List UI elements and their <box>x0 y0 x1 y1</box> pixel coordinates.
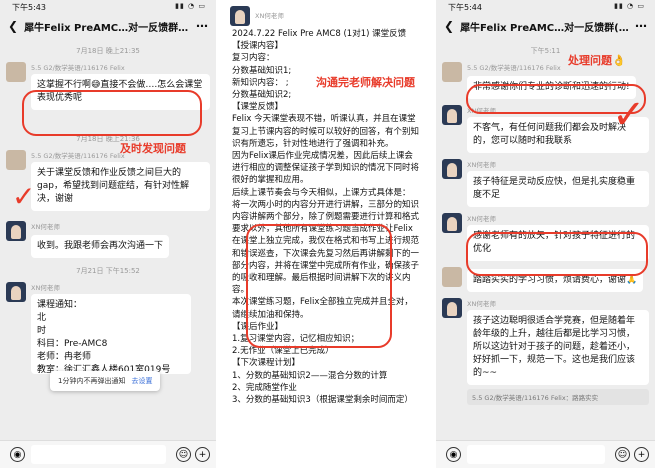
message: XN何老师 课程通知： 北 时 科目：Pre-AMC8 老师：冉老师 教室：徐汇… <box>0 282 216 378</box>
doc-line: 2、完成随堂作业 <box>232 382 297 393</box>
notice-line: 课程通知： <box>37 300 83 310</box>
message-input[interactable] <box>31 445 166 464</box>
message-bubble[interactable]: 孩子这边聪明很适合学竞赛，但是随着年龄年级的上升，越往后都是比学习习惯，所以这边… <box>467 310 649 385</box>
status-icons: ▮▮ ◔ ▭ <box>614 2 645 10</box>
add-icon[interactable]: + <box>195 447 210 462</box>
highlight-circle <box>22 90 202 136</box>
message-input[interactable] <box>467 445 605 464</box>
quoted-message[interactable]: 5.5 G2/数学英语/116176 Felix：路路实实 <box>467 389 649 405</box>
input-bar: ◉ ☺ + <box>0 440 216 468</box>
avatar[interactable] <box>442 267 462 287</box>
emoji-icon[interactable]: ☺ <box>615 447 630 462</box>
status-bar: 下午5:43 ▮▮ ◔ ▭ <box>0 0 216 14</box>
chat-title: 犀牛Felix PreAMC…对一反馈群(11) <box>460 22 631 34</box>
sender-name: XN何老师 <box>467 161 496 169</box>
sender-name: 5.5 G2/数学英语/116176 Felix <box>31 64 125 72</box>
toast-settings-link[interactable]: 去设置 <box>131 377 152 385</box>
doc-line: 分数基础知识2; <box>232 90 292 101</box>
status-time: 下午5:44 <box>448 3 482 12</box>
status-time: 下午5:43 <box>12 3 46 12</box>
message: XN何老师 孩子特征是灵动反应快，但是扎实度稳重度不足 <box>436 159 655 207</box>
notice-line: 老师：冉老师 <box>37 352 92 362</box>
middle-message-panel: XN何老师 2024.7.22 Felix Pre AMC8 (1对1) 课堂反… <box>222 0 430 468</box>
doc-line: 【下次课程计划】 <box>232 358 301 369</box>
left-chat-panel: 下午5:43 ▮▮ ◔ ▭ ❮ 犀牛Felix PreAMC…对一反馈群(11) … <box>0 0 216 468</box>
voice-icon[interactable]: ◉ <box>10 447 25 462</box>
avatar[interactable] <box>442 62 462 82</box>
checkmark-annotation: ✓ <box>12 180 36 213</box>
sender-name: XN何老师 <box>467 215 496 223</box>
avatar[interactable] <box>442 298 462 318</box>
back-icon[interactable]: ❮ <box>444 19 454 33</box>
status-icons: ▮▮ ◔ ▭ <box>175 2 206 10</box>
highlight-circle <box>466 232 648 276</box>
doc-line: 3、分数的基础知识3（根据课堂剩余时间而定） <box>232 395 413 406</box>
more-icon[interactable]: ⋯ <box>635 19 647 33</box>
message-bubble[interactable]: 孩子特征是灵动反应快，但是扎实度稳重度不足 <box>467 171 649 207</box>
timestamp: 7月21日 下午15:52 <box>76 267 140 275</box>
annotation-text: 及时发现问题 <box>120 142 186 155</box>
right-chat-panel: 下午5:44 ▮▮ ◔ ▭ ❮ 犀牛Felix PreAMC…对一反馈群(11) … <box>436 0 655 468</box>
avatar[interactable] <box>442 213 462 233</box>
checkmark-annotation: ✓ <box>612 92 646 138</box>
avatar[interactable] <box>6 221 26 241</box>
message-bubble[interactable]: 关于课堂反馈和作业反馈之间巨大的gap，希望找到问题症结，有针对性解决，谢谢 <box>31 162 210 211</box>
annotation-text: 处理问题👌 <box>568 54 626 67</box>
toast-text: 1分钟内不再弹出通知 <box>58 377 126 385</box>
avatar[interactable] <box>6 62 26 82</box>
avatar[interactable] <box>6 282 26 302</box>
doc-line: Felix 今天课堂表现不错，听课认真，并且在课堂复习上节课内容的时候可以较好的… <box>232 114 420 149</box>
chat-header: ❮ 犀牛Felix PreAMC…对一反馈群(11) ⋯ <box>0 14 216 38</box>
add-icon[interactable]: + <box>634 447 649 462</box>
doc-line: 后续上课节奏会与今天相似，上课方式具体是： <box>232 187 411 198</box>
avatar[interactable] <box>6 150 26 170</box>
avatar[interactable] <box>442 159 462 179</box>
doc-line: 复习内容： <box>232 53 275 64</box>
notification-toast: 1分钟内不再弹出通知 去设置 <box>50 371 161 391</box>
notice-line: 科目：Pre-AMC8 <box>37 339 108 349</box>
notice-line: 北 <box>37 313 47 323</box>
doc-line: 【授课内容】 <box>232 41 284 52</box>
input-bar: ◉ ☺ + <box>436 440 655 468</box>
sender-name: XN何老师 <box>31 223 60 231</box>
emoji-icon[interactable]: ☺ <box>176 447 191 462</box>
notice-line: 时 <box>37 326 47 336</box>
doc-line: 因为Felix课后作业完成情况差，因此后续上课会进行相应的调整保证孩子学到知识的… <box>232 151 420 186</box>
sender-name: XN何老师 <box>467 300 496 308</box>
sender-name: XN何老师 <box>31 284 60 292</box>
avatar[interactable] <box>442 105 462 125</box>
course-notice-bubble[interactable]: 课程通知： 北 时 科目：Pre-AMC8 老师：冉老师 教室：徐汇汇鑫人楼60… <box>31 294 191 374</box>
chat-header: ❮ 犀牛Felix PreAMC…对一反馈群(11) ⋯ <box>436 14 655 38</box>
highlight-circle <box>246 224 392 348</box>
sender-name: XN何老师 <box>255 12 284 20</box>
timestamp: 7月18日 晚上21:35 <box>76 47 140 55</box>
doc-line: 1、分数的基础知识2——混合分数的计算 <box>232 370 388 381</box>
doc-line: 【课堂反馈】 <box>232 102 284 113</box>
message: XN何老师 孩子这边聪明很适合学竞赛，但是随着年龄年级的上升，越往后都是比学习习… <box>436 298 655 405</box>
more-icon[interactable]: ⋯ <box>196 19 208 33</box>
message-bubble[interactable]: 收到。我跟老师会再次沟通一下 <box>31 235 170 258</box>
annotation-text: 沟通完老师解决问题 <box>316 74 415 90</box>
message: XN何老师 收到。我跟老师会再次沟通一下 <box>0 221 216 258</box>
voice-icon[interactable]: ◉ <box>446 447 461 462</box>
chat-title: 犀牛Felix PreAMC…对一反馈群(11) <box>24 22 192 34</box>
avatar[interactable] <box>230 6 250 26</box>
back-icon[interactable]: ❮ <box>8 19 18 33</box>
status-bar: 下午5:44 ▮▮ ◔ ▭ <box>436 0 655 14</box>
doc-line: 2024.7.22 Felix Pre AMC8 (1对1) 课堂反馈 <box>232 29 407 39</box>
